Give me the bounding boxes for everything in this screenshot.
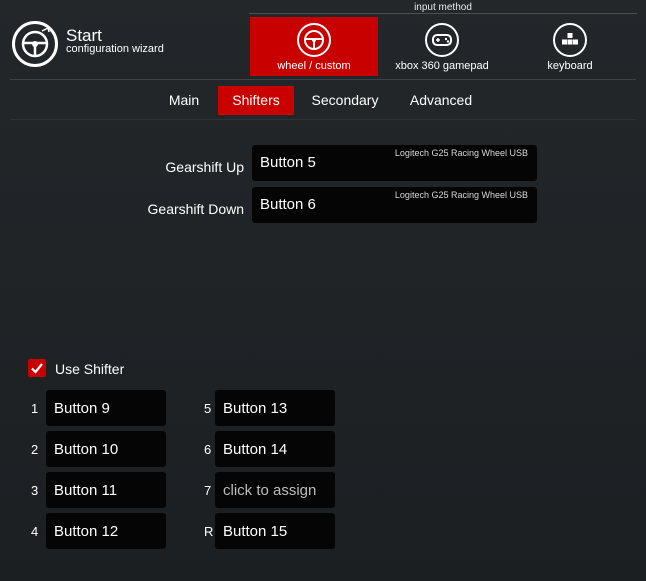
gear-7-field[interactable]: click to assign xyxy=(215,472,335,508)
gear-6-number: 6 xyxy=(204,442,212,457)
steering-wheel-logo-icon xyxy=(12,21,58,67)
input-method-gamepad-label: xbox 360 gamepad xyxy=(395,60,489,72)
gear-6-value: Button 14 xyxy=(223,441,288,458)
gear-4-value: Button 12 xyxy=(54,523,119,540)
keyboard-icon xyxy=(553,23,587,57)
gearshift-down-device: Logitech G25 Racing Wheel USB xyxy=(394,190,528,200)
gear-4-number: 4 xyxy=(31,524,39,539)
tab-secondary[interactable]: Secondary xyxy=(305,86,385,115)
use-shifter-label: Use Shifter xyxy=(55,361,125,377)
checkmark-icon xyxy=(31,363,43,374)
gear-6-field[interactable]: Button 14 xyxy=(215,431,335,467)
tab-main[interactable]: Main xyxy=(158,86,210,115)
gear-3-number: 3 xyxy=(31,483,39,498)
tab-advanced[interactable]: Advanced xyxy=(402,86,480,115)
gear-r-value: Button 15 xyxy=(223,523,288,540)
input-method-keyboard-label: keyboard xyxy=(547,60,593,72)
header-divider xyxy=(10,79,636,80)
gear-5-number: 5 xyxy=(204,401,212,416)
gearshift-up-value: Button 5 xyxy=(260,154,316,171)
gearshift-up-field[interactable]: Button 5 Logitech G25 Racing Wheel USB xyxy=(252,145,537,181)
gear-1-value: Button 9 xyxy=(54,400,110,417)
gearshift-down-label: Gearshift Down xyxy=(147,201,244,217)
gear-r-field[interactable]: Button 15 xyxy=(215,513,335,549)
gear-7-number: 7 xyxy=(204,483,212,498)
gear-2-value: Button 10 xyxy=(54,441,119,458)
gear-1-number: 1 xyxy=(31,401,39,416)
gamepad-icon xyxy=(425,23,459,57)
gear-7-placeholder: click to assign xyxy=(223,482,317,499)
input-method-gamepad-button[interactable]: xbox 360 gamepad xyxy=(378,17,506,76)
gear-5-field[interactable]: Button 13 xyxy=(215,390,335,426)
input-method-label: input method xyxy=(414,2,472,13)
gear-r-number: R xyxy=(204,524,214,539)
gear-5-value: Button 13 xyxy=(223,400,288,417)
tab-shifters[interactable]: Shifters xyxy=(218,86,294,115)
input-method-wheel-button[interactable]: wheel / custom xyxy=(250,17,378,76)
input-method-divider xyxy=(249,13,637,14)
tabs-divider xyxy=(10,119,636,120)
steering-wheel-icon xyxy=(297,23,331,57)
gear-4-field[interactable]: Button 12 xyxy=(46,513,166,549)
gearshift-down-field[interactable]: Button 6 Logitech G25 Racing Wheel USB xyxy=(252,187,537,223)
gearshift-down-value: Button 6 xyxy=(260,196,316,213)
gear-3-field[interactable]: Button 11 xyxy=(46,472,166,508)
gear-3-value: Button 11 xyxy=(54,482,118,499)
input-method-wheel-label: wheel / custom xyxy=(277,60,351,72)
use-shifter-checkbox[interactable] xyxy=(28,359,46,377)
gear-2-number: 2 xyxy=(31,442,39,457)
gearshift-up-label: Gearshift Up xyxy=(165,159,244,175)
header: Start configuration wizard input method … xyxy=(0,0,646,80)
input-method-keyboard-button[interactable]: keyboard xyxy=(506,17,634,76)
gear-1-field[interactable]: Button 9 xyxy=(46,390,166,426)
gear-2-field[interactable]: Button 10 xyxy=(46,431,166,467)
app-subtitle: configuration wizard xyxy=(66,43,164,55)
gearshift-up-device: Logitech G25 Racing Wheel USB xyxy=(394,148,528,158)
